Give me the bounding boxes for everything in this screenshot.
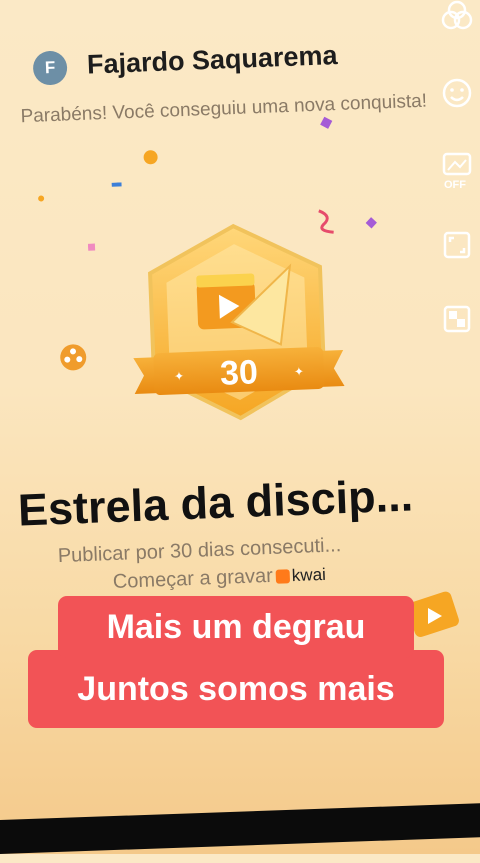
- kwai-mark-icon: [275, 568, 291, 584]
- confetti-piece-icon: [111, 182, 122, 187]
- filter-off-icon[interactable]: OFF: [440, 150, 474, 192]
- caption-line-2: Juntos somos mais: [28, 650, 444, 728]
- sticker-icon[interactable]: [440, 76, 474, 110]
- film-reel-icon: [60, 344, 87, 371]
- user-avatar[interactable]: F: [32, 50, 68, 86]
- layout-icon[interactable]: [440, 302, 474, 336]
- svg-text:✦: ✦: [294, 365, 305, 379]
- achievement-screen: F Fajardo Saquarema Parabéns! Você conse…: [0, 0, 480, 854]
- achievement-title: Estrela da discip...: [17, 469, 414, 536]
- confetti-heart-icon: [143, 150, 158, 165]
- effects-icon[interactable]: [440, 0, 474, 34]
- kwai-brand-text: kwai: [291, 564, 327, 585]
- kwai-logo: kwai: [275, 564, 326, 586]
- crop-icon[interactable]: [440, 228, 474, 262]
- filter-off-label: OFF: [444, 179, 466, 191]
- start-recording-label: Começar a gravar: [112, 564, 274, 594]
- badge-number: 30: [219, 353, 258, 392]
- svg-text:✦: ✦: [174, 369, 185, 383]
- confetti-piece-icon: [38, 195, 45, 202]
- username[interactable]: Fajardo Saquarema: [86, 40, 338, 81]
- congrats-message: Parabéns! Você conseguiu uma nova conqui…: [20, 90, 428, 128]
- achievement-badge: 30 ✦ ✦: [133, 223, 345, 421]
- start-recording-link[interactable]: Começar a gravar kwai: [112, 563, 326, 594]
- confetti-piece-icon: [365, 217, 377, 229]
- caption-line-1: Mais um degrau: [58, 596, 414, 658]
- confetti-streamer-icon: [318, 209, 334, 234]
- confetti-piece-icon: [320, 116, 333, 129]
- achievement-card: F Fajardo Saquarema Parabéns! Você conse…: [0, 0, 480, 863]
- confetti-piece-icon: [87, 243, 96, 251]
- avatar-letter: F: [44, 57, 56, 78]
